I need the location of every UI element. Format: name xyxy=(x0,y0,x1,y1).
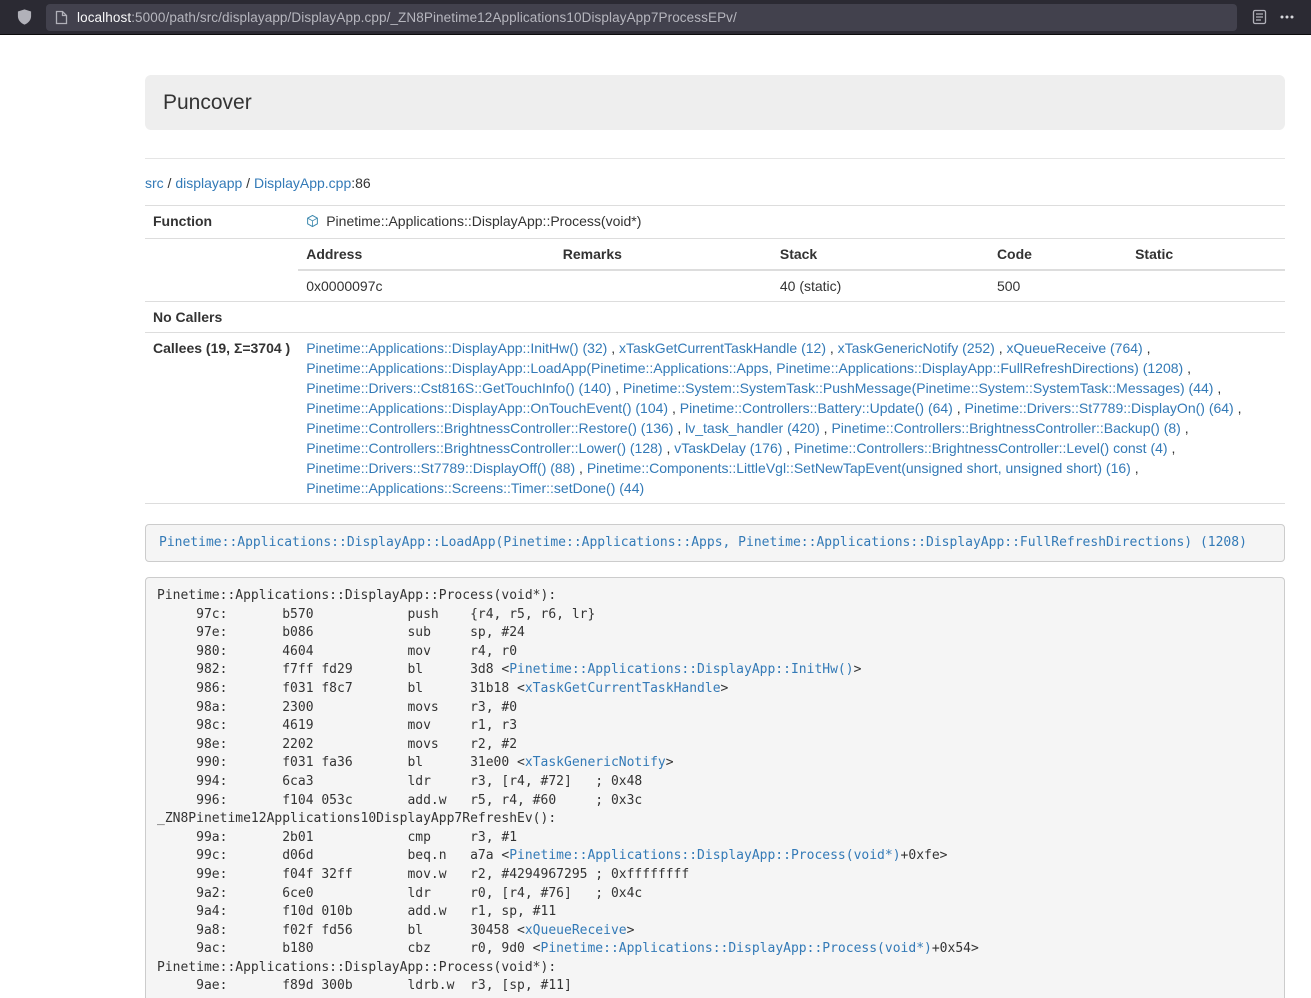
callee-link[interactable]: Pinetime::Controllers::Battery::Update()… xyxy=(680,400,953,416)
callees-list: Pinetime::Applications::DisplayApp::Init… xyxy=(298,333,1285,504)
callee-link[interactable]: Pinetime::Controllers::BrightnessControl… xyxy=(306,420,673,436)
callee-link[interactable]: Pinetime::Drivers::Cst816S::GetTouchInfo… xyxy=(306,380,611,396)
metrics-row: Address Remarks Stack Code Static 0x0000… xyxy=(145,239,1285,302)
metrics-value-row: 0x0000097c 40 (static) 500 xyxy=(298,270,1285,301)
function-icon xyxy=(306,213,319,233)
breadcrumb-line-number: :86 xyxy=(351,175,370,191)
callers-cell xyxy=(298,302,1285,333)
symbol-link[interactable]: xTaskGetCurrentTaskHandle xyxy=(525,681,721,696)
callee-link[interactable]: Pinetime::Applications::DisplayApp::OnTo… xyxy=(306,400,668,416)
reader-icon xyxy=(1252,9,1267,25)
col-remarks: Remarks xyxy=(555,239,772,270)
browser-chrome: localhost:5000/path/src/displayapp/Displ… xyxy=(0,0,1311,35)
function-detail-table: Function Pinetime::Applications::Display… xyxy=(145,205,1285,504)
jumbotron: Puncover xyxy=(145,75,1285,130)
col-code: Code xyxy=(989,239,1127,270)
callee-link[interactable]: Pinetime::Components::LittleVgl::SetNewT… xyxy=(587,460,1131,476)
breadcrumb: src / displayapp / DisplayApp.cpp:86 xyxy=(145,173,1285,193)
shield-icon xyxy=(16,8,33,26)
page-title: Puncover xyxy=(163,90,1267,115)
url-path: :5000/path/src/displayapp/DisplayApp.cpp… xyxy=(131,10,737,25)
overflow-menu-icon[interactable] xyxy=(1273,4,1301,30)
no-callers-row: No Callers xyxy=(145,302,1285,333)
callee-link[interactable]: Pinetime::Controllers::BrightnessControl… xyxy=(794,440,1167,456)
breadcrumb-link[interactable]: src xyxy=(145,175,164,191)
symbol-link[interactable]: xQueueReceive xyxy=(525,923,627,938)
puncover-page: Puncover src / displayapp / DisplayApp.c… xyxy=(0,35,1311,998)
callee-link[interactable]: xTaskGetCurrentTaskHandle (12) xyxy=(619,340,826,356)
code-size-value: 500 xyxy=(989,270,1127,301)
symbol-link[interactable]: xTaskGenericNotify xyxy=(525,755,666,770)
callee-link[interactable]: vTaskDelay (176) xyxy=(674,440,782,456)
disassembly-listing: Pinetime::Applications::DisplayApp::Proc… xyxy=(145,577,1285,998)
callee-link[interactable]: xTaskGenericNotify (252) xyxy=(838,340,995,356)
metrics-table: Address Remarks Stack Code Static 0x0000… xyxy=(298,239,1285,301)
function-name: Pinetime::Applications::DisplayApp::Proc… xyxy=(326,213,641,229)
breadcrumb-separator: / xyxy=(164,175,176,191)
static-value xyxy=(1127,270,1285,301)
callee-link[interactable]: Pinetime::Applications::DisplayApp::Load… xyxy=(306,360,1183,376)
callee-link[interactable]: Pinetime::Drivers::St7789::DisplayOn() (… xyxy=(965,400,1234,416)
divider xyxy=(145,158,1285,159)
callee-link[interactable]: Pinetime::Applications::Screens::Timer::… xyxy=(306,480,644,496)
function-name-cell: Pinetime::Applications::DisplayApp::Proc… xyxy=(298,206,1285,239)
highlighted-symbol[interactable]: Pinetime::Applications::DisplayApp::Load… xyxy=(145,524,1285,562)
url-host: localhost xyxy=(77,10,131,25)
symbol-link[interactable]: Pinetime::Applications::DisplayApp::Proc… xyxy=(509,848,900,863)
breadcrumb-separator: / xyxy=(242,175,254,191)
function-label: Function xyxy=(145,206,298,239)
metrics-row-label xyxy=(145,239,298,302)
remarks-value xyxy=(555,270,772,301)
callee-link[interactable]: Pinetime::Applications::DisplayApp::Init… xyxy=(306,340,607,356)
symbol-link[interactable]: Pinetime::Applications::DisplayApp::Proc… xyxy=(541,941,932,956)
reader-view-icon[interactable] xyxy=(1245,4,1273,30)
breadcrumb-link[interactable]: DisplayApp.cpp xyxy=(254,175,351,191)
callee-link[interactable]: xQueueReceive (764) xyxy=(1007,340,1143,356)
breadcrumb-link[interactable]: displayapp xyxy=(175,175,242,191)
metrics-header-row: Address Remarks Stack Code Static xyxy=(298,239,1285,270)
callee-link[interactable]: Pinetime::Controllers::BrightnessControl… xyxy=(831,420,1180,436)
url-bar[interactable]: localhost:5000/path/src/displayapp/Displ… xyxy=(46,4,1237,31)
col-stack: Stack xyxy=(772,239,989,270)
callee-link[interactable]: lv_task_handler (420) xyxy=(685,420,820,436)
callees-row: Callees (19, Σ=3704 ) Pinetime::Applicat… xyxy=(145,333,1285,504)
url-text: localhost:5000/path/src/displayapp/Displ… xyxy=(77,10,737,25)
callees-label: Callees (19, Σ=3704 ) xyxy=(145,333,298,504)
no-callers-label: No Callers xyxy=(145,302,298,333)
function-row: Function Pinetime::Applications::Display… xyxy=(145,206,1285,239)
callee-link[interactable]: Pinetime::Drivers::St7789::DisplayOff() … xyxy=(306,460,575,476)
site-identity-page-icon[interactable] xyxy=(55,10,68,25)
col-address: Address xyxy=(298,239,555,270)
address-value: 0x0000097c xyxy=(298,270,555,301)
metrics-table-cell: Address Remarks Stack Code Static 0x0000… xyxy=(298,239,1285,302)
symbol-link[interactable]: Pinetime::Applications::DisplayApp::Init… xyxy=(509,662,853,677)
ellipsis-icon xyxy=(1279,9,1295,25)
callee-link[interactable]: Pinetime::System::SystemTask::PushMessag… xyxy=(623,380,1214,396)
stack-value: 40 (static) xyxy=(772,270,989,301)
tracking-protection-shield-icon[interactable] xyxy=(10,4,38,30)
callee-link[interactable]: Pinetime::Controllers::BrightnessControl… xyxy=(306,440,662,456)
page-icon xyxy=(55,10,68,25)
col-static: Static xyxy=(1127,239,1285,270)
